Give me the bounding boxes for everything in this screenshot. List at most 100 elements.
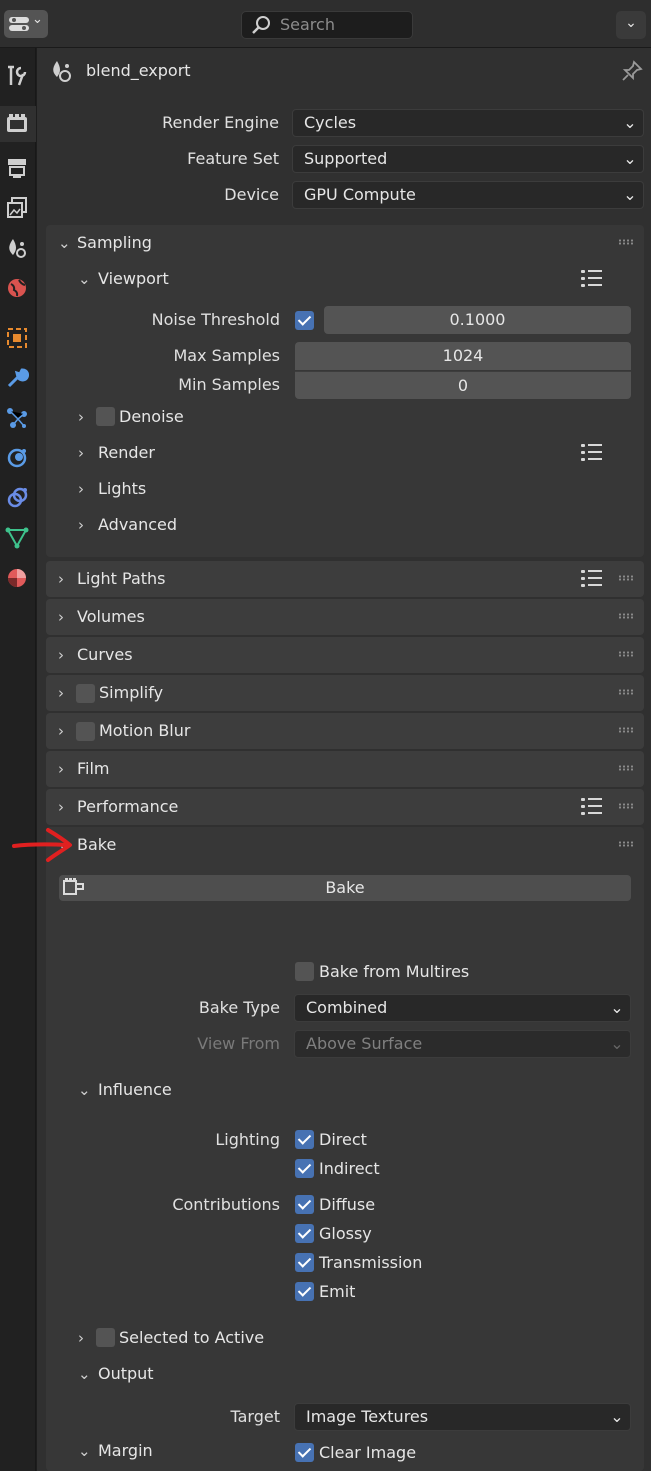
denoise-subpanel-header[interactable]: › Denoise (78, 399, 628, 435)
max-samples-field[interactable]: 1024 (295, 342, 631, 370)
chevron-down-icon: ⌄ (78, 270, 91, 288)
feature-set-dropdown[interactable]: Supported ⌄ (292, 145, 644, 173)
light-paths-panel-header[interactable]: › Light Paths (46, 561, 644, 597)
drag-handle-icon[interactable] (618, 575, 634, 581)
influence-subpanel-header[interactable]: ⌄ Influence (78, 1072, 628, 1108)
noise-threshold-checkbox[interactable] (295, 311, 314, 330)
transmission-label: Transmission (319, 1253, 423, 1272)
bake-from-multires-checkbox[interactable] (295, 962, 314, 981)
tab-modifier[interactable] (0, 360, 36, 396)
chevron-right-icon: › (58, 570, 64, 588)
tab-particles[interactable] (0, 400, 36, 436)
tab-view-layer[interactable] (0, 190, 36, 226)
device-dropdown[interactable]: GPU Compute ⌄ (292, 181, 644, 209)
noise-threshold-field[interactable]: 0.1000 (324, 306, 631, 334)
motion-blur-panel-header[interactable]: › Motion Blur (46, 713, 644, 749)
denoise-checkbox[interactable] (96, 407, 115, 426)
curves-panel[interactable]: › Curves (46, 637, 644, 673)
emit-checkbox[interactable] (295, 1282, 314, 1301)
performance-panel[interactable]: › Performance (46, 789, 644, 825)
tab-constraints[interactable] (0, 480, 36, 516)
chevron-down-icon: ⌄ (78, 1365, 91, 1383)
transmission-checkbox[interactable] (295, 1253, 314, 1272)
volumes-panel-header[interactable]: › Volumes (46, 599, 644, 635)
properties-editor: blend_export Render Engine Cycles ⌄ Feat… (37, 48, 651, 1471)
simplify-panel[interactable]: › Simplify (46, 675, 644, 711)
top-header-bar: ⌄ Search ⌄ (0, 0, 651, 48)
bake-panel-header[interactable]: ⌄ Bake (46, 827, 644, 863)
render-engine-value: Cycles (304, 113, 357, 132)
min-samples-field[interactable]: 0 (295, 371, 631, 399)
simplify-panel-header[interactable]: › Simplify (46, 675, 644, 711)
performance-panel-header[interactable]: › Performance (46, 789, 644, 825)
selected-to-active-checkbox[interactable] (96, 1328, 115, 1347)
drag-handle-icon[interactable] (618, 803, 634, 809)
tab-output[interactable] (0, 150, 36, 186)
denoise-subpanel-title: Denoise (119, 407, 184, 426)
render-subpanel-header[interactable]: › Render (78, 435, 628, 471)
tab-data[interactable] (0, 520, 36, 556)
volumes-panel[interactable]: › Volumes (46, 599, 644, 635)
diffuse-checkbox[interactable] (295, 1195, 314, 1214)
presets-icon[interactable] (581, 797, 603, 817)
presets-icon[interactable] (581, 569, 603, 589)
presets-icon[interactable] (581, 443, 603, 463)
indirect-label: Indirect (319, 1159, 380, 1178)
render-engine-dropdown[interactable]: Cycles ⌄ (292, 109, 644, 137)
chevron-down-icon: ⌄ (78, 1081, 91, 1099)
lights-subpanel-header[interactable]: › Lights (78, 471, 628, 507)
view-from-dropdown[interactable]: Above Surface ⌄ (294, 1030, 631, 1058)
tab-world[interactable] (0, 270, 36, 306)
glossy-checkbox[interactable] (295, 1224, 314, 1243)
tab-object[interactable] (0, 320, 36, 356)
bake-panel: ⌄ Bake Bake Bake from Multires Bake Type… (46, 827, 644, 1471)
motion-blur-panel[interactable]: › Motion Blur (46, 713, 644, 749)
chevron-right-icon: › (78, 1329, 84, 1347)
tab-material[interactable] (0, 560, 36, 596)
output-icon (8, 159, 26, 178)
target-dropdown[interactable]: Image Textures ⌄ (294, 1403, 631, 1431)
chevron-right-icon: › (58, 798, 64, 816)
chevron-right-icon: › (58, 760, 64, 778)
chevron-right-icon: › (58, 722, 64, 740)
pin-icon[interactable] (620, 59, 644, 83)
drag-handle-icon[interactable] (618, 841, 634, 847)
sampling-panel: ⌄ Sampling ⌄ Viewport Noise Threshold 0.… (46, 225, 644, 557)
diffuse-label: Diffuse (319, 1195, 376, 1214)
output-subpanel-header[interactable]: ⌄ Output (78, 1356, 628, 1392)
chevron-down-icon: ⌄ (623, 185, 637, 204)
light-paths-panel[interactable]: › Light Paths (46, 561, 644, 597)
search-input[interactable]: Search (241, 11, 413, 39)
advanced-subpanel-header[interactable]: › Advanced (78, 507, 628, 543)
drag-handle-icon[interactable] (618, 765, 634, 771)
curves-panel-header[interactable]: › Curves (46, 637, 644, 673)
bake-type-value: Combined (306, 998, 388, 1017)
drag-handle-icon[interactable] (618, 651, 634, 657)
tab-physics[interactable] (0, 440, 36, 476)
drag-handle-icon[interactable] (618, 727, 634, 733)
viewport-subpanel-header[interactable]: ⌄ Viewport (78, 261, 628, 297)
feature-set-value: Supported (304, 149, 388, 168)
drag-handle-icon[interactable] (618, 239, 634, 245)
tab-tool[interactable] (0, 58, 36, 94)
presets-icon[interactable] (581, 269, 603, 289)
drag-handle-icon[interactable] (618, 613, 634, 619)
tab-render[interactable] (0, 106, 36, 142)
chevron-down-icon: ⌄ (610, 1407, 624, 1426)
margin-subpanel-header[interactable]: ⌄ Margin (78, 1433, 628, 1469)
header-dropdown-button[interactable]: ⌄ (616, 11, 646, 39)
editor-type-button[interactable]: ⌄ (4, 10, 48, 38)
film-panel[interactable]: › Film (46, 751, 644, 787)
light-paths-panel-title: Light Paths (77, 569, 166, 588)
film-panel-header[interactable]: › Film (46, 751, 644, 787)
direct-checkbox[interactable] (295, 1130, 314, 1149)
bake-type-dropdown[interactable]: Combined ⌄ (294, 994, 631, 1022)
bake-button[interactable]: Bake (59, 875, 631, 901)
indirect-checkbox[interactable] (295, 1159, 314, 1178)
sampling-panel-header[interactable]: ⌄ Sampling (46, 225, 644, 261)
simplify-checkbox[interactable] (76, 684, 95, 703)
selected-to-active-subpanel-header[interactable]: › Selected to Active (78, 1320, 628, 1356)
motion-blur-checkbox[interactable] (76, 722, 95, 741)
tab-scene[interactable] (0, 230, 36, 266)
drag-handle-icon[interactable] (618, 689, 634, 695)
